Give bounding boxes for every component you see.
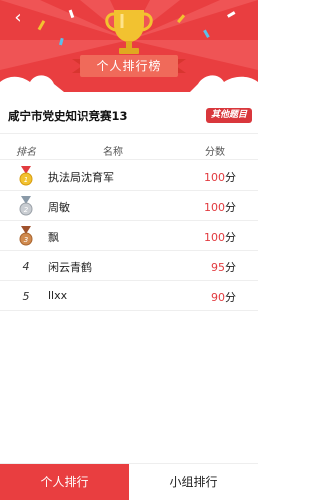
svg-text:2: 2 (24, 206, 29, 214)
trophy-icon (105, 10, 153, 54)
rank-number: 5 (22, 289, 30, 303)
user-name: 周敏 (48, 201, 70, 214)
other-questions-button[interactable]: 其他题目 (205, 108, 252, 123)
user-name: 飘 (48, 231, 59, 244)
user-name: 闲云青鹤 (48, 261, 92, 274)
ranking-list: 1 执法局沈育军 100分 2 周敏 100分 3 飘 100分 4 闲云青鹤 … (0, 161, 258, 311)
bronze-medal-icon: 3 (16, 221, 36, 251)
score-header: 分数 (205, 147, 225, 158)
table-row: 2 周敏 100分 (0, 191, 258, 221)
name-header: 名称 (103, 147, 123, 158)
user-name: llxx (48, 289, 68, 302)
page-title: 个人排行榜 (96, 59, 162, 73)
table-row: 4 闲云青鹤 95分 (0, 251, 258, 281)
user-score: 95分 (211, 261, 236, 274)
user-score: 100分 (204, 201, 236, 214)
user-name: 执法局沈育军 (48, 171, 114, 184)
tab-personal-ranking[interactable]: 个人排行 (0, 464, 129, 500)
tab-group-ranking[interactable]: 小组排行 (129, 464, 258, 500)
user-score: 100分 (204, 231, 236, 244)
contest-header: 咸宁市党史知识竞赛13 其他题目 (0, 96, 258, 134)
gold-medal-icon: 1 (16, 161, 36, 191)
svg-text:3: 3 (24, 236, 28, 244)
rank-number: 4 (22, 259, 30, 273)
table-row: 5 llxx 90分 (0, 281, 258, 311)
user-score: 100分 (204, 171, 236, 184)
rank-header: 排名 (16, 147, 36, 158)
back-button[interactable]: ‹ (8, 8, 28, 28)
table-row: 3 飘 100分 (0, 221, 258, 251)
svg-text:1: 1 (24, 176, 28, 184)
bottom-tab-bar: 个人排行 小组排行 (0, 463, 258, 500)
silver-medal-icon: 2 (16, 191, 36, 221)
header-banner: ‹ 个人排行榜 (0, 0, 258, 92)
chevron-left-icon: ‹ (14, 7, 22, 28)
table-row: 1 执法局沈育军 100分 (0, 161, 258, 191)
contest-title: 咸宁市党史知识竞赛13 (8, 109, 128, 123)
user-score: 90分 (211, 291, 236, 304)
table-header: 排名 名称 分数 (0, 138, 258, 160)
